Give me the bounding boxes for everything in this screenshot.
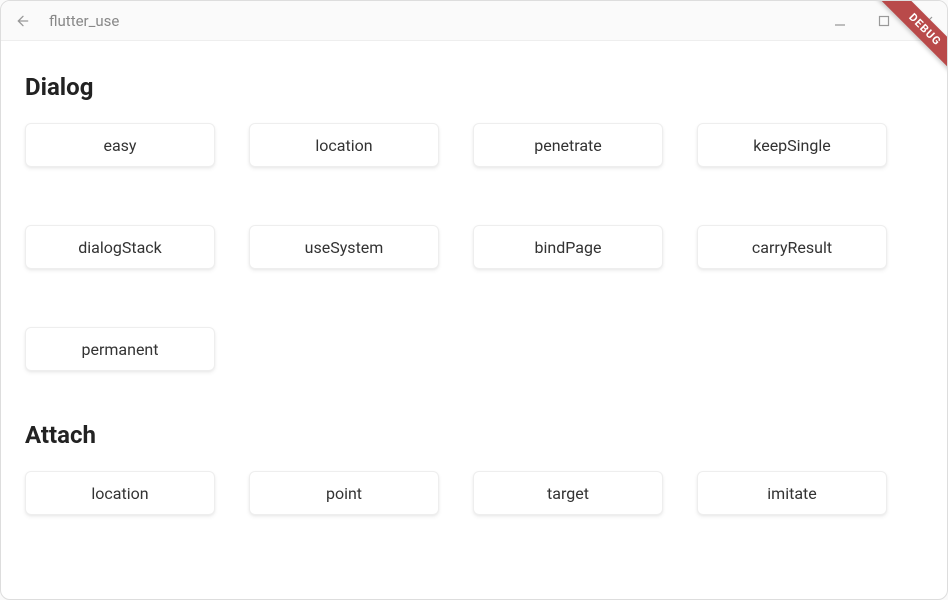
maximize-icon[interactable]	[875, 12, 893, 30]
tile-label: useSystem	[305, 238, 384, 257]
tile-label: permanent	[81, 340, 158, 359]
tile-penetrate[interactable]: penetrate	[473, 123, 663, 167]
tile-label: point	[326, 484, 362, 503]
titlebar: flutter_use	[1, 1, 947, 41]
section-title-attach: Attach	[25, 421, 923, 449]
tile-label: carryResult	[752, 238, 832, 257]
tile-dialogstack[interactable]: dialogStack	[25, 225, 215, 269]
minimize-icon[interactable]	[831, 12, 849, 30]
dialog-grid: easy location penetrate keepSingle dialo…	[25, 123, 923, 371]
window-title: flutter_use	[49, 12, 119, 30]
tile-location[interactable]: location	[249, 123, 439, 167]
tile-location-attach[interactable]: location	[25, 471, 215, 515]
tile-label: keepSingle	[753, 136, 831, 155]
tile-label: location	[91, 484, 148, 503]
app-window: flutter_use DEBUG Dialog easy location p…	[0, 0, 948, 600]
tile-target[interactable]: target	[473, 471, 663, 515]
tile-label: target	[547, 484, 589, 503]
tile-label: dialogStack	[78, 238, 162, 257]
section-title-dialog: Dialog	[25, 73, 923, 101]
tile-label: easy	[103, 136, 136, 155]
tile-label: location	[315, 136, 372, 155]
tile-easy[interactable]: easy	[25, 123, 215, 167]
tile-label: imitate	[767, 484, 816, 503]
tile-imitate[interactable]: imitate	[697, 471, 887, 515]
attach-grid: location point target imitate	[25, 471, 923, 515]
tile-label: bindPage	[535, 238, 602, 257]
content: Dialog easy location penetrate keepSingl…	[1, 41, 947, 599]
tile-bindpage[interactable]: bindPage	[473, 225, 663, 269]
tile-permanent[interactable]: permanent	[25, 327, 215, 371]
tile-carryresult[interactable]: carryResult	[697, 225, 887, 269]
tile-label: penetrate	[534, 136, 602, 155]
tile-usesystem[interactable]: useSystem	[249, 225, 439, 269]
tile-point[interactable]: point	[249, 471, 439, 515]
back-arrow-icon[interactable]	[13, 11, 33, 31]
tile-keepsingle[interactable]: keepSingle	[697, 123, 887, 167]
